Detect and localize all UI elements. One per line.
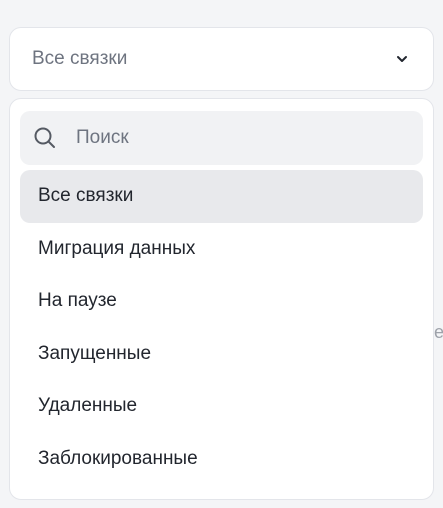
background-text-fragment: е [434, 322, 443, 342]
option-blocked[interactable]: Заблокированные [20, 433, 423, 486]
option-paused[interactable]: На паузе [20, 275, 423, 328]
option-data-migration[interactable]: Миграция данных [20, 223, 423, 276]
search-icon [33, 126, 57, 150]
filter-dropdown-menu: Все связки Миграция данных На паузе Запу… [9, 98, 434, 500]
search-box[interactable] [20, 111, 423, 165]
option-running[interactable]: Запущенные [20, 328, 423, 381]
option-deleted[interactable]: Удаленные [20, 380, 423, 433]
filter-select[interactable]: Все связки [9, 27, 434, 91]
chevron-down-icon [395, 52, 409, 66]
option-all-bundles[interactable]: Все связки [20, 170, 423, 223]
option-list: Все связки Миграция данных На паузе Запу… [20, 170, 423, 485]
filter-select-value: Все связки [32, 48, 128, 69]
search-input[interactable] [76, 127, 376, 149]
